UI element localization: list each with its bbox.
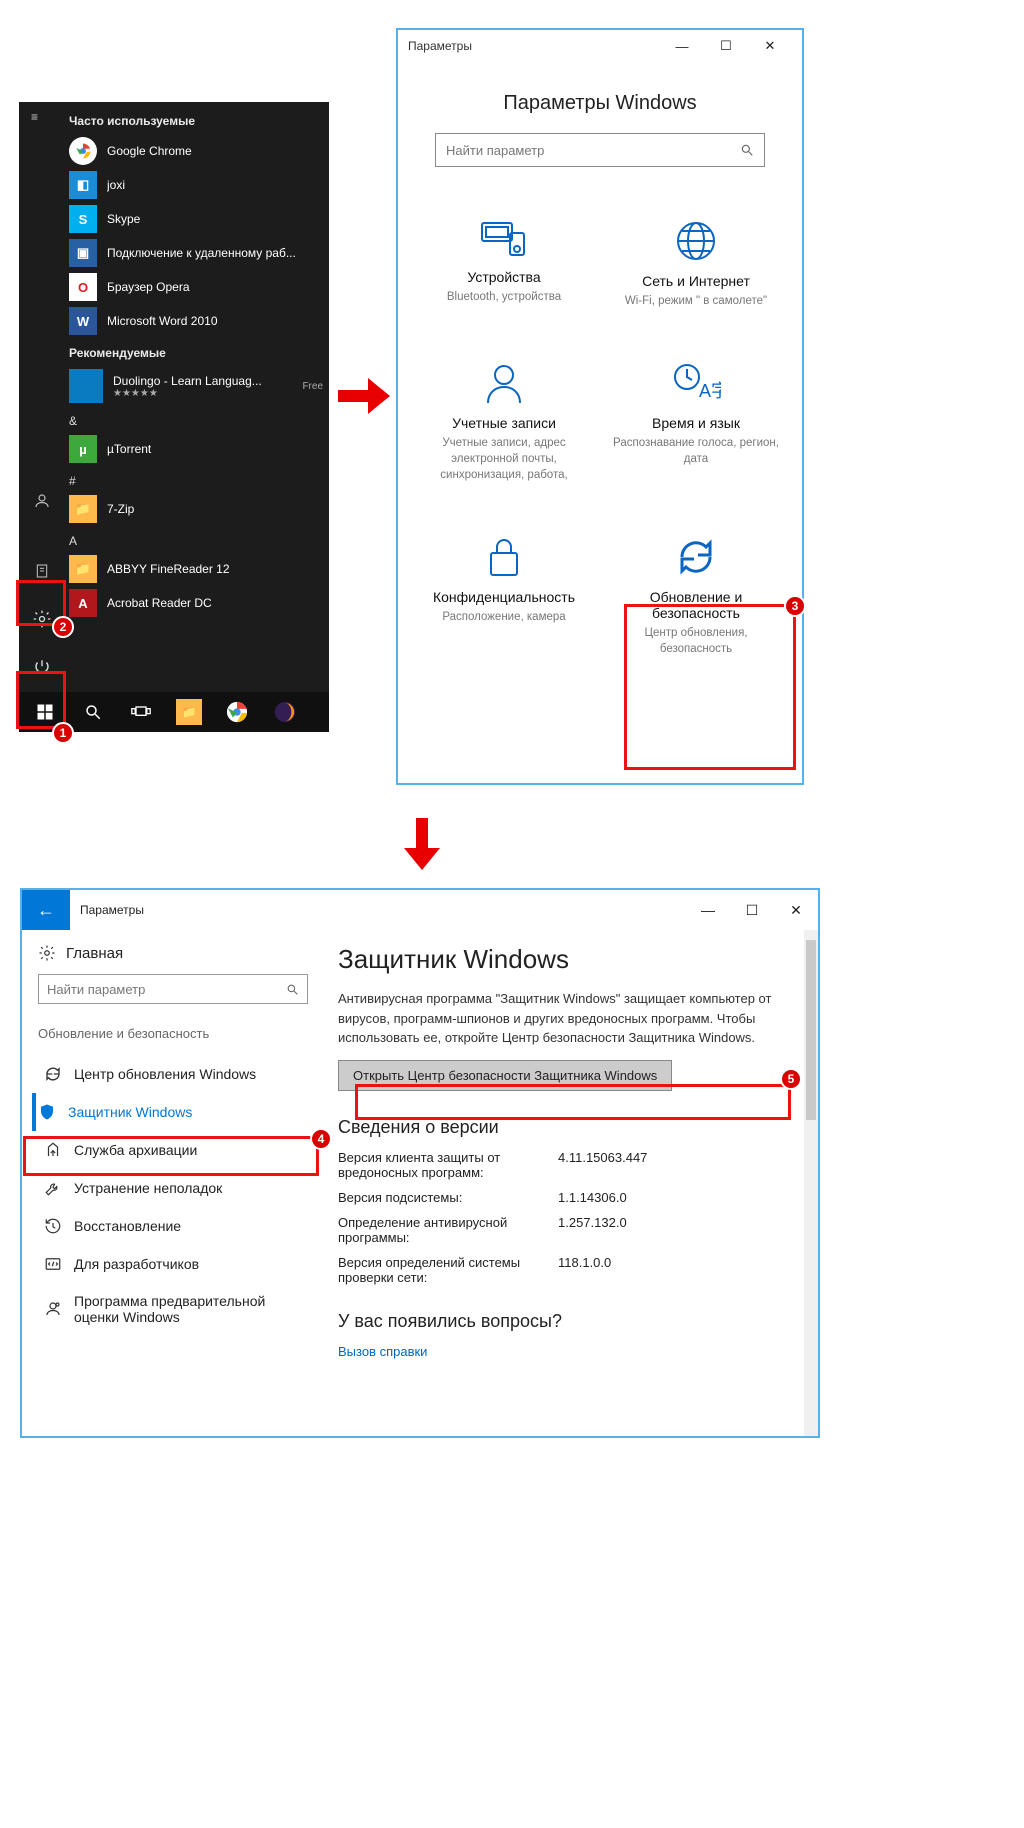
app-item[interactable]: AAcrobat Reader DC — [69, 586, 329, 620]
word-icon: W — [69, 307, 97, 335]
opera-icon: O — [69, 273, 97, 301]
folder-icon: 📁 — [69, 495, 97, 523]
page-title: Защитник Windows — [338, 944, 796, 975]
highlight-defender-item — [23, 1136, 319, 1176]
sidebar-item-windows-update[interactable]: Центр обновления Windows — [38, 1055, 316, 1093]
minimize-button[interactable]: — — [686, 890, 730, 930]
update-icon — [610, 535, 782, 579]
account-icon — [418, 361, 590, 405]
sidebar-item-insider[interactable]: Программа предварительной оценки Windows — [38, 1283, 316, 1335]
acrobat-icon: A — [69, 589, 97, 617]
time-language-icon: A字 — [610, 361, 782, 405]
app-item[interactable]: SSkype — [69, 202, 329, 236]
highlight-open-button — [355, 1084, 791, 1120]
sidebar-item-recovery[interactable]: Восстановление — [38, 1207, 316, 1245]
app-item[interactable]: WMicrosoft Word 2010 — [69, 304, 329, 338]
category-accounts[interactable]: Учетные записи Учетные записи, адрес эле… — [408, 355, 600, 489]
close-button[interactable]: ✕ — [748, 32, 792, 60]
restore-icon — [44, 1217, 62, 1235]
help-link[interactable]: Вызов справки — [338, 1344, 427, 1359]
category-privacy[interactable]: Конфиденциальность Расположение, камера — [408, 529, 600, 663]
window-title: Параметры — [408, 39, 472, 53]
back-button[interactable]: ← — [22, 890, 70, 930]
app-item[interactable]: 📁ABBYY FineReader 12 — [69, 552, 329, 586]
devices-icon — [418, 219, 590, 259]
maximize-button[interactable]: ☐ — [704, 32, 748, 60]
chrome-icon — [69, 137, 97, 165]
sidebar-item-defender[interactable]: Защитник Windows — [32, 1093, 316, 1131]
highlight-update-category — [624, 604, 796, 770]
titlebar: ← Параметры — ☐ ✕ — [22, 890, 818, 930]
search-input[interactable]: Найти параметр — [435, 133, 765, 167]
free-tag: Free — [302, 381, 323, 392]
app-item[interactable]: 📁7-Zip — [69, 492, 329, 526]
utorrent-icon: µ — [69, 435, 97, 463]
skype-icon: S — [69, 205, 97, 233]
globe-icon — [610, 219, 782, 263]
badge-2: 2 — [52, 616, 74, 638]
search-input[interactable]: Найти параметр — [38, 974, 308, 1004]
folder-icon: 📁 — [69, 555, 97, 583]
app-item[interactable]: Duolingo - Learn Languag... ★★★★★ Free — [69, 366, 329, 406]
joxi-icon: ◧ — [69, 171, 97, 199]
window-title: Параметры — [70, 890, 686, 930]
shield-icon — [38, 1103, 56, 1121]
description-text: Антивирусная программа "Защитник Windows… — [338, 989, 796, 1048]
titlebar: Параметры — ☐ ✕ — [398, 30, 802, 62]
recommended-heading: Рекомендуемые — [69, 338, 329, 366]
questions-heading: У вас появились вопросы? — [338, 1311, 796, 1332]
close-button[interactable]: ✕ — [774, 890, 818, 930]
app-item[interactable]: µµTorrent — [69, 432, 329, 466]
wrench-icon — [44, 1179, 62, 1197]
scroll-thumb[interactable] — [806, 940, 816, 1120]
taskview-icon[interactable] — [119, 692, 163, 732]
badge-3: 3 — [784, 595, 806, 617]
badge-4: 4 — [310, 1128, 332, 1150]
most-used-heading: Часто используемые — [69, 106, 329, 134]
user-icon[interactable] — [23, 482, 61, 520]
scrollbar[interactable] — [804, 930, 818, 1436]
search-icon[interactable] — [71, 692, 115, 732]
svg-text:A字: A字 — [699, 381, 721, 401]
insider-icon — [44, 1300, 62, 1318]
sidebar-item-developers[interactable]: Для разработчиков — [38, 1245, 316, 1283]
refresh-icon — [44, 1065, 62, 1083]
letter-heading[interactable]: # — [69, 466, 329, 492]
firefox-icon[interactable] — [263, 692, 307, 732]
category-network[interactable]: Сеть и Интернет Wi-Fi, режим " в самолет… — [600, 213, 792, 315]
minimize-button[interactable]: — — [660, 32, 704, 60]
badge-5: 5 — [780, 1068, 802, 1090]
highlight-start — [16, 671, 66, 729]
search-icon — [740, 143, 754, 157]
home-link[interactable]: Главная — [38, 944, 316, 962]
section-heading: Обновление и безопасность — [38, 1026, 316, 1041]
hamburger-icon[interactable]: ≡ — [31, 110, 38, 124]
category-devices[interactable]: Устройства Bluetooth, устройства — [408, 213, 600, 315]
letter-heading[interactable]: & — [69, 406, 329, 432]
category-time-language[interactable]: A字 Время и язык Распознавание голоса, ре… — [600, 355, 792, 489]
search-icon — [286, 983, 299, 996]
arrow-down-icon — [402, 816, 442, 872]
badge-1: 1 — [52, 722, 74, 744]
letter-heading[interactable]: A — [69, 526, 329, 552]
app-item[interactable]: ◧joxi — [69, 168, 329, 202]
rdp-icon: ▣ — [69, 239, 97, 267]
gear-icon — [38, 944, 56, 962]
chrome-icon[interactable] — [215, 692, 259, 732]
app-item[interactable]: ▣Подключение к удаленному раб... — [69, 236, 329, 270]
maximize-button[interactable]: ☐ — [730, 890, 774, 930]
arrow-right-icon — [336, 376, 392, 416]
dev-icon — [44, 1255, 62, 1273]
explorer-icon[interactable]: 📁 — [167, 692, 211, 732]
lock-icon — [418, 535, 590, 579]
settings-heading: Параметры Windows — [398, 92, 802, 115]
duolingo-icon — [69, 369, 103, 403]
settings-sidebar: Главная Найти параметр Обновление и безо… — [22, 930, 332, 1436]
app-item[interactable]: OБраузер Opera — [69, 270, 329, 304]
app-item[interactable]: Google Chrome — [69, 134, 329, 168]
settings-content: Защитник Windows Антивирусная программа … — [332, 930, 818, 1436]
